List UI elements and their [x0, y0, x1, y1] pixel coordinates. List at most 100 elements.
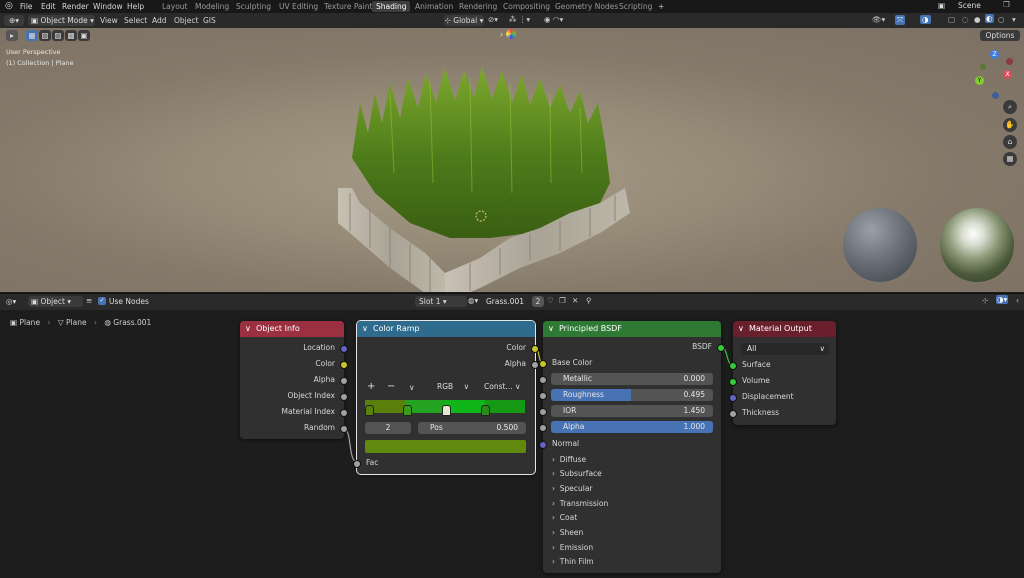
metallic-slider[interactable]: Metallic 0.000: [551, 373, 713, 385]
color-mode-label: RGB: [437, 382, 454, 391]
interpolation-select[interactable]: Const... ∨: [484, 382, 520, 391]
node-links: [343, 346, 734, 463]
socket-object-index-output[interactable]: [340, 393, 348, 401]
chevron-right-icon: ›: [552, 484, 560, 493]
roughness-value: 0.495: [683, 390, 705, 399]
socket-label-volume: Volume: [742, 376, 770, 385]
socket-roughness-input[interactable]: [539, 392, 547, 400]
node-material-output[interactable]: ∨ Material Output All ∨ Surface Volume D…: [729, 321, 836, 425]
panel-coat-label: Coat: [559, 513, 578, 522]
socket-fac-input[interactable]: [353, 460, 361, 468]
ramp-stop-handle[interactable]: [365, 405, 374, 416]
socket-label-material-index: Material Index: [281, 407, 336, 416]
node-material-output-title: Material Output: [749, 324, 812, 333]
socket-color-output[interactable]: [531, 345, 539, 353]
socket-surface-input[interactable]: [729, 362, 737, 370]
panel-coat[interactable]: › Coat: [552, 512, 577, 524]
chevron-right-icon: ›: [552, 455, 560, 464]
ramp-stop-handle[interactable]: [403, 405, 412, 416]
socket-volume-input[interactable]: [729, 378, 737, 386]
stop-index-field[interactable]: 2: [365, 422, 411, 434]
alpha-slider[interactable]: Alpha 1.000: [551, 421, 713, 433]
target-select[interactable]: All ∨: [741, 343, 829, 355]
socket-label-normal: Normal: [552, 439, 580, 448]
panel-transmission-label: Transmission: [559, 499, 609, 508]
socket-label-displacement: Displacement: [742, 392, 794, 401]
socket-base-color-input[interactable]: [539, 360, 547, 368]
socket-label-fac: Fac: [366, 458, 379, 467]
socket-location-output[interactable]: [340, 345, 348, 353]
socket-metallic-input[interactable]: [539, 376, 547, 384]
chevron-down-icon: ∨: [819, 344, 826, 353]
stop-position-label: Pos: [430, 423, 443, 432]
chevron-down-icon[interactable]: ∨: [362, 321, 368, 337]
chevron-down-icon[interactable]: ∨: [738, 321, 744, 337]
socket-normal-input[interactable]: [539, 441, 547, 449]
chevron-down-icon[interactable]: ∨: [245, 321, 251, 337]
chevron-down-icon: ∨: [514, 382, 521, 391]
socket-thickness-input[interactable]: [729, 410, 737, 418]
ramp-stop-handle-active[interactable]: [442, 405, 451, 416]
socket-alpha-input[interactable]: [539, 424, 547, 432]
socket-label-color: Color: [506, 343, 526, 352]
socket-label-alpha: Alpha: [504, 359, 526, 368]
socket-label-bsdf: BSDF: [692, 342, 712, 351]
node-material-output-header[interactable]: ∨ Material Output: [733, 321, 836, 337]
panel-specular-label: Specular: [559, 484, 593, 493]
stop-position-value: 0.500: [496, 423, 518, 432]
panel-emission[interactable]: › Emission: [552, 542, 593, 554]
socket-label-thickness: Thickness: [742, 408, 780, 417]
socket-label-base-color: Base Color: [552, 358, 593, 367]
socket-ior-input[interactable]: [539, 408, 547, 416]
socket-material-index-output[interactable]: [340, 409, 348, 417]
socket-random-output[interactable]: [340, 425, 348, 433]
socket-alpha-output[interactable]: [340, 377, 348, 385]
socket-bsdf-output[interactable]: [717, 344, 725, 352]
node-color-ramp-title: Color Ramp: [373, 324, 420, 333]
chevron-right-icon: ›: [552, 469, 560, 478]
node-object-info-header[interactable]: ∨ Object Info: [240, 321, 344, 337]
node-object-info[interactable]: ∨ Object Info Location Color Alpha Objec…: [240, 321, 348, 439]
panel-sheen[interactable]: › Sheen: [552, 527, 583, 539]
ior-label: IOR: [563, 406, 577, 415]
socket-label-location: Location: [303, 343, 335, 352]
panel-transmission[interactable]: › Transmission: [552, 498, 608, 510]
color-mode-select[interactable]: RGB ∨: [437, 382, 469, 391]
panel-specular[interactable]: › Specular: [552, 483, 593, 495]
interpolation-label: Const...: [484, 382, 513, 391]
ramp-menu-button[interactable]: ∨: [409, 383, 415, 392]
socket-label-random: Random: [303, 423, 335, 432]
alpha-value: 1.000: [683, 422, 705, 431]
panel-emission-label: Emission: [559, 543, 594, 552]
socket-label-surface: Surface: [742, 360, 771, 369]
chevron-down-icon: ∨: [463, 382, 470, 391]
node-color-ramp-header[interactable]: ∨ Color Ramp: [357, 321, 535, 337]
stop-position-field[interactable]: Pos 0.500: [418, 422, 526, 434]
chevron-right-icon: ›: [552, 499, 560, 508]
stop-color-swatch[interactable]: [365, 440, 526, 453]
ramp-stop-handle[interactable]: [481, 405, 490, 416]
socket-color-output[interactable]: [340, 361, 348, 369]
socket-label-alpha: Alpha: [313, 375, 335, 384]
remove-stop-button[interactable]: −: [387, 381, 395, 392]
node-color-ramp[interactable]: ∨ Color Ramp Color Alpha + − ∨ RGB ∨ Con…: [353, 320, 539, 475]
ior-value: 1.450: [683, 406, 705, 415]
node-principled-bsdf-header[interactable]: ∨ Principled BSDF: [543, 321, 721, 337]
roughness-slider[interactable]: Roughness 0.495: [551, 389, 713, 401]
alpha-label: Alpha: [563, 422, 585, 431]
ior-field[interactable]: IOR 1.450: [551, 405, 713, 417]
add-stop-button[interactable]: +: [367, 381, 375, 392]
node-principled-bsdf-title: Principled BSDF: [559, 324, 622, 333]
socket-displacement-input[interactable]: [729, 394, 737, 402]
panel-diffuse[interactable]: › Diffuse: [552, 454, 586, 466]
roughness-label: Roughness: [563, 390, 604, 399]
panel-thin-film-label: Thin Film: [559, 557, 594, 566]
panel-subsurface-label: Subsurface: [559, 469, 602, 478]
socket-alpha-output[interactable]: [531, 361, 539, 369]
chevron-down-icon[interactable]: ∨: [548, 321, 554, 337]
chevron-right-icon: ›: [552, 513, 560, 522]
panel-subsurface[interactable]: › Subsurface: [552, 468, 602, 480]
link-random-to-fac: [343, 428, 358, 463]
panel-thin-film[interactable]: › Thin Film: [552, 556, 594, 568]
chevron-right-icon: ›: [552, 543, 560, 552]
